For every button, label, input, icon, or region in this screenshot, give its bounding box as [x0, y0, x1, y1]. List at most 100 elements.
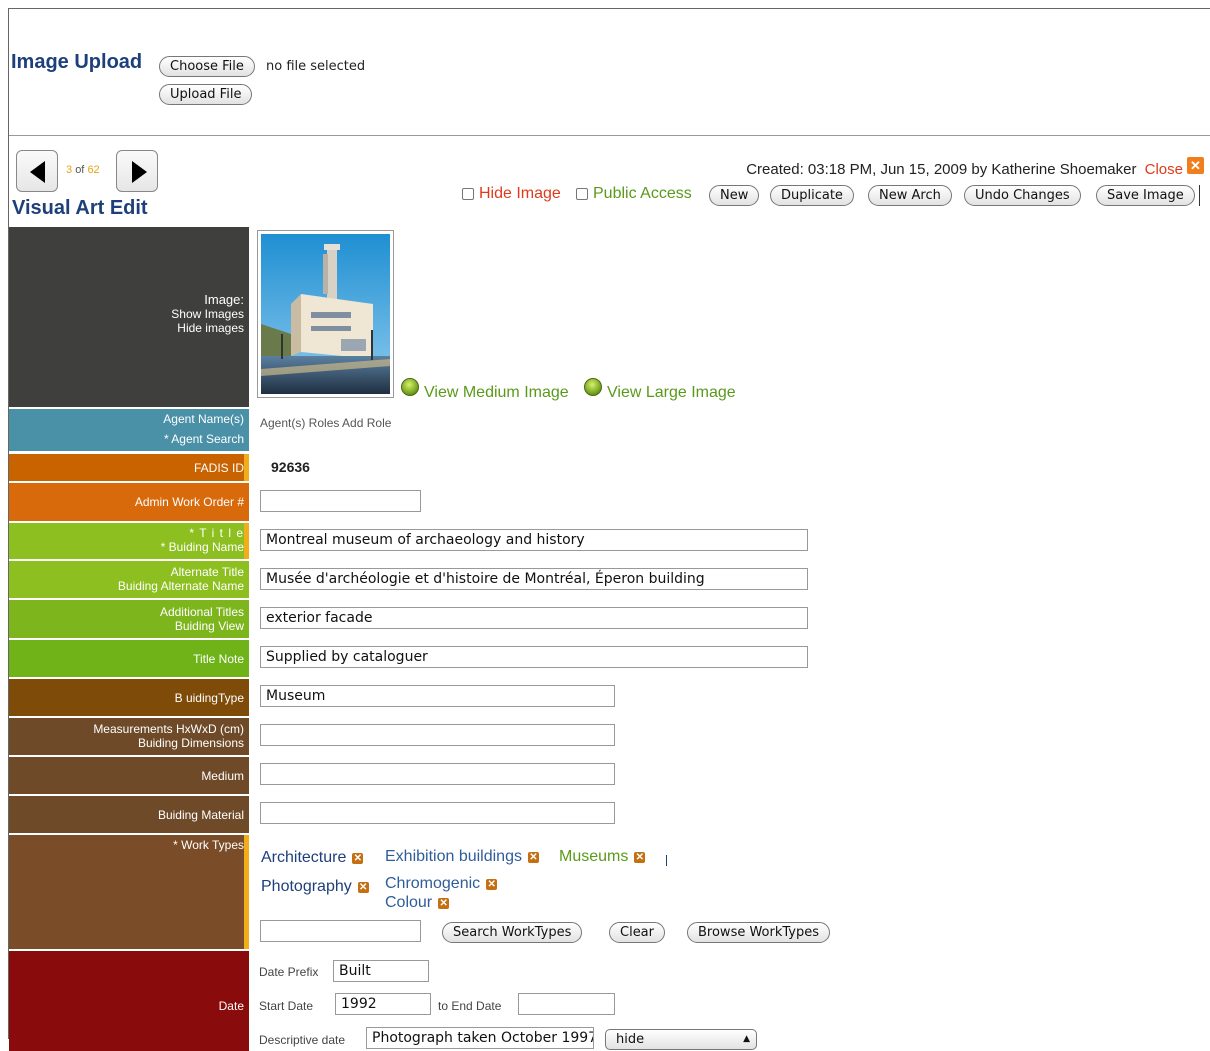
building-photo [261, 234, 390, 394]
building-name-label: * Buiding Name [160, 540, 244, 554]
start-date-input[interactable]: 1992 [335, 993, 431, 1015]
work-type-tag[interactable]: Chromogenic ✕ [385, 875, 498, 893]
date-prefix-input[interactable]: Built [333, 960, 429, 982]
upload-file-button[interactable]: Upload File [159, 84, 253, 105]
end-date-input[interactable] [518, 993, 615, 1015]
building-type-input[interactable]: Museum [260, 685, 615, 707]
previous-record-button[interactable] [16, 150, 58, 192]
view-medium-image-icon[interactable] [401, 378, 419, 396]
building-material-label: Buiding Material [157, 808, 244, 822]
record-current: 3 [66, 164, 73, 176]
additional-titles-label: Additional Titles [159, 605, 244, 619]
close-link[interactable]: Close [1145, 161, 1183, 178]
accent-bar [244, 523, 249, 559]
public-access-checkbox[interactable] [576, 188, 588, 200]
record-total: 62 [87, 164, 100, 176]
image-upload-section: Image Upload Choose File no file selecte… [9, 9, 1210, 136]
view-large-image-icon[interactable] [584, 378, 602, 396]
toolbar-divider [1199, 185, 1200, 206]
building-material-label-cell: Buiding Material [9, 796, 249, 833]
browse-worktypes-button[interactable]: Browse WorkTypes [687, 922, 831, 943]
descriptive-date-input[interactable]: Photograph taken October 1997 [366, 1027, 594, 1049]
measurements-label: Measurements HxWxD (cm) [93, 722, 244, 736]
date-prefix-label: Date Prefix [259, 965, 319, 979]
fadis-label-cell: FADIS ID [9, 454, 249, 481]
created-info: Created: 03:18 PM, Jun 15, 2009 by Kathe… [746, 161, 1183, 178]
image-thumbnail[interactable] [257, 230, 394, 398]
public-access-label: Public Access [593, 185, 692, 202]
page-frame: Image Upload Choose File no file selecte… [8, 8, 1210, 1051]
work-type-label: Exhibition buildings [385, 848, 522, 865]
image-upload-title: Image Upload [11, 51, 143, 73]
choose-file-button[interactable]: Choose File [159, 56, 255, 77]
view-large-image-link[interactable]: View Large Image [607, 384, 736, 402]
building-alternate-name-label: Buiding Alternate Name [117, 579, 244, 593]
title-label: * T i t l e [189, 526, 244, 540]
medium-label-cell: Medium [9, 757, 249, 794]
remove-icon[interactable]: ✕ [486, 879, 498, 890]
remove-icon[interactable]: ✕ [438, 898, 450, 909]
duplicate-button[interactable]: Duplicate [770, 185, 854, 206]
descriptive-date-select-value: hide [616, 1032, 645, 1047]
start-date-label: Start Date [259, 999, 314, 1013]
building-dimensions-label: Buiding Dimensions [137, 736, 244, 750]
new-button[interactable]: New [709, 185, 760, 206]
work-type-tag[interactable]: Colour ✕ [385, 894, 450, 912]
agent-search-link[interactable]: * Agent Search [9, 432, 244, 446]
measurements-input[interactable] [260, 724, 615, 746]
title-label-cell: * T i t l e * Buiding Name [9, 523, 249, 559]
descriptive-date-label: Descriptive date [259, 1033, 346, 1047]
clear-button[interactable]: Clear [609, 922, 665, 943]
work-type-label: Museums [559, 848, 629, 865]
arrow-left-icon [30, 161, 45, 183]
building-material-input[interactable] [260, 802, 615, 824]
no-file-selected-text: no file selected [266, 59, 366, 74]
alternate-title-input[interactable]: Musée d'archéologie et d'histoire de Mon… [260, 568, 808, 590]
admin-work-order-input[interactable] [260, 490, 421, 512]
search-worktypes-button[interactable]: Search WorkTypes [442, 922, 583, 943]
title-note-label-cell: Title Note [9, 640, 249, 677]
title-input[interactable]: Montreal museum of archaeology and histo… [260, 529, 808, 551]
undo-changes-button[interactable]: Undo Changes [964, 185, 1081, 206]
record-of-text: of [75, 164, 85, 176]
work-type-tag[interactable]: Architecture ✕ [261, 849, 364, 867]
remove-icon[interactable]: ✕ [352, 853, 364, 864]
descriptive-date-select[interactable]: hide ▲ [605, 1029, 757, 1050]
save-image-button[interactable]: Save Image [1096, 185, 1195, 206]
date-label-cell: Date [9, 951, 249, 1051]
work-types-label-cell: * Work Types [9, 835, 249, 949]
alternate-title-label: Alternate Title [170, 565, 244, 579]
hide-image-checkbox[interactable] [462, 188, 474, 200]
new-arch-button[interactable]: New Arch [868, 185, 952, 206]
agent-names-label: Agent Name(s) [163, 412, 244, 426]
work-type-divider [666, 855, 667, 866]
accent-bar [244, 454, 249, 481]
close-icon[interactable]: ✕ [1187, 157, 1204, 174]
arrow-right-icon [132, 161, 147, 183]
work-type-tag[interactable]: Exhibition buildings ✕ [385, 848, 539, 866]
work-type-label: Architecture [261, 849, 347, 866]
work-type-tag[interactable]: Museums ✕ [559, 848, 646, 866]
remove-icon[interactable]: ✕ [634, 852, 646, 863]
view-medium-image-link[interactable]: View Medium Image [424, 384, 569, 402]
work-type-label: Colour [385, 894, 433, 911]
remove-icon[interactable]: ✕ [527, 852, 539, 863]
remove-icon[interactable]: ✕ [357, 882, 369, 893]
title-note-input[interactable]: Supplied by cataloguer [260, 646, 808, 668]
work-type-label: Photography [261, 878, 352, 895]
title-note-label: Title Note [193, 652, 244, 666]
show-images-link[interactable]: Show Images [9, 307, 244, 321]
work-types-search-input[interactable] [260, 920, 421, 942]
work-types-label: * Work Types [173, 838, 244, 852]
medium-label: Medium [201, 769, 244, 783]
building-type-label: B uidingType [174, 691, 244, 705]
work-type-label: Chromogenic [385, 875, 481, 892]
end-date-label: to End Date [438, 999, 502, 1013]
additional-titles-input[interactable]: exterior facade [260, 607, 808, 629]
work-type-tag[interactable]: Photography ✕ [261, 878, 369, 896]
select-arrows-icon: ▲ [743, 1034, 750, 1044]
image-label: Image: [204, 292, 244, 307]
hide-images-link[interactable]: Hide images [9, 321, 244, 335]
next-record-button[interactable] [116, 150, 158, 192]
medium-input[interactable] [260, 763, 615, 785]
